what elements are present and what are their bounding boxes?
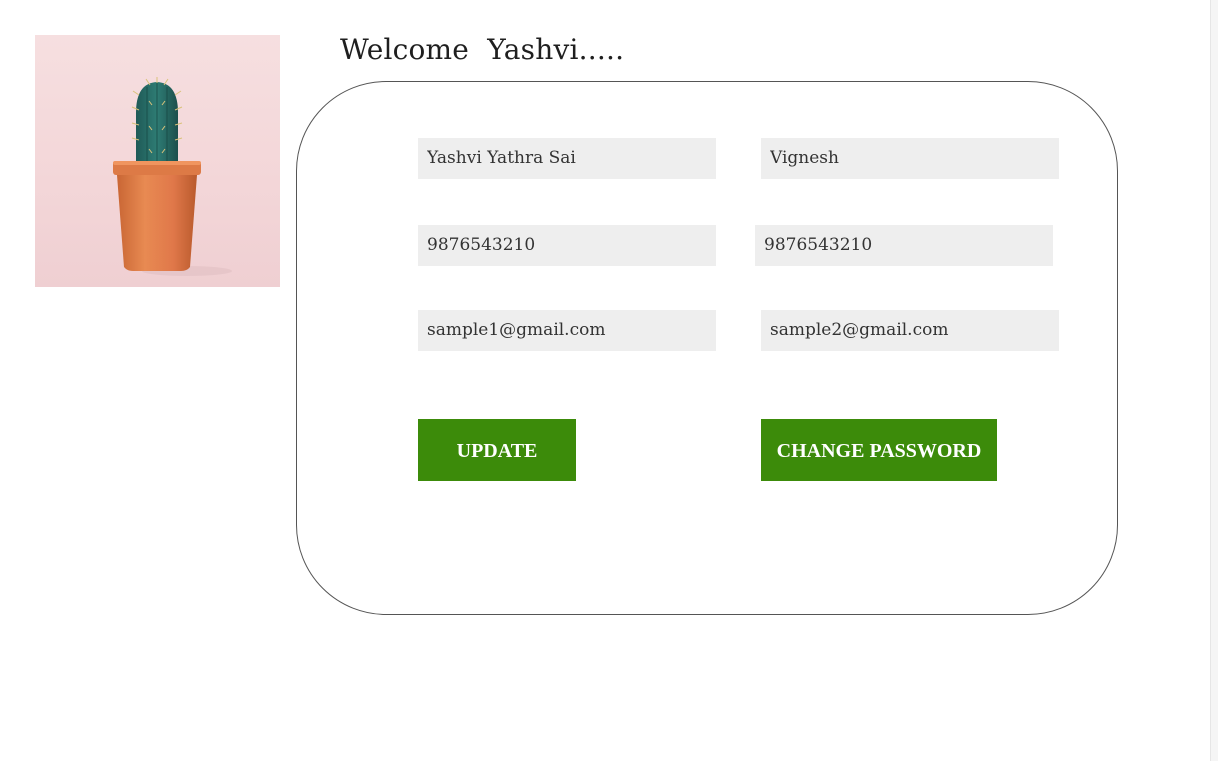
window-right-edge [1210, 0, 1218, 761]
second-name-field[interactable] [761, 138, 1059, 179]
email-field-1[interactable] [418, 310, 716, 351]
update-button[interactable]: UPDATE [418, 419, 576, 481]
phone-field-1[interactable] [418, 225, 716, 266]
cactus-photo-icon [113, 77, 232, 276]
phone-field-2[interactable] [755, 225, 1053, 266]
email-field-2[interactable] [761, 310, 1059, 351]
change-password-button[interactable]: CHANGE PASSWORD [761, 419, 997, 481]
welcome-heading: Welcome Yashvi..... [340, 33, 625, 66]
first-name-field[interactable] [418, 138, 716, 179]
profile-photo [35, 35, 280, 287]
